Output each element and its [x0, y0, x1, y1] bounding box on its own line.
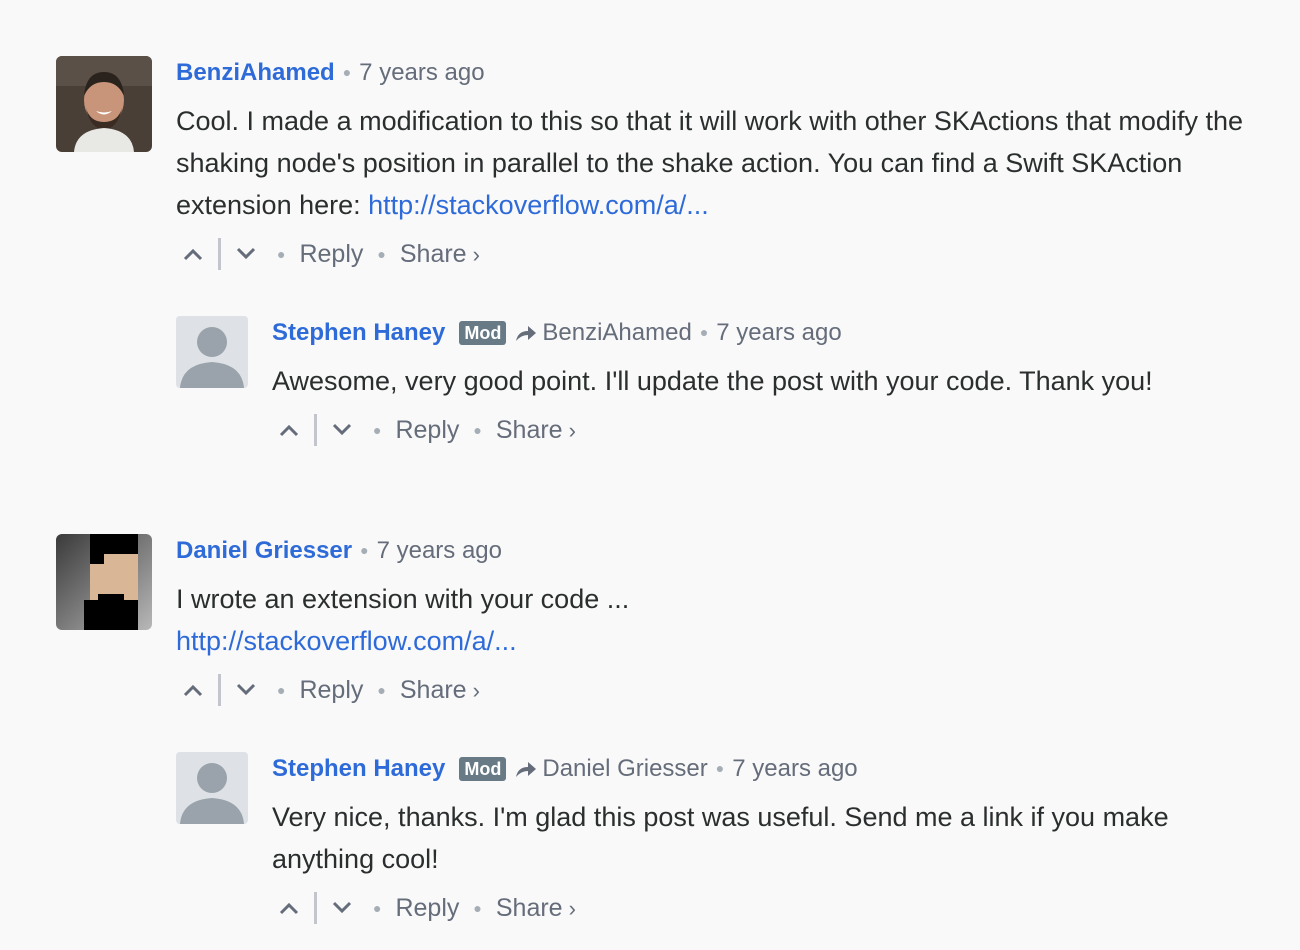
share-label: Share — [495, 893, 563, 922]
share-caret-icon: › — [568, 417, 576, 443]
author-name[interactable]: Stephen Haney — [272, 319, 445, 347]
reply-arrow-icon — [514, 759, 538, 779]
comment-link[interactable]: http://stackoverflow.com/a/... — [176, 626, 517, 656]
comment-stephen-haney-reply-1: Stephen Haney Mod BenziAhamed ● 7 years … — [176, 316, 1266, 496]
comment-text: Very nice, thanks. I'm glad this post wa… — [272, 802, 1169, 874]
share-button[interactable]: Share › — [400, 240, 480, 269]
author-name[interactable]: Daniel Griesser — [176, 537, 352, 565]
separator-dot: ● — [699, 324, 709, 340]
share-caret-icon: › — [568, 895, 576, 921]
share-button[interactable]: Share › — [496, 416, 576, 445]
separator-dot: ● — [277, 246, 286, 262]
reply-button[interactable]: Reply — [395, 894, 459, 923]
default-user-avatar[interactable] — [176, 752, 248, 824]
comment-actions: ● Reply ● Share › — [272, 888, 1262, 928]
upvote-icon[interactable] — [176, 237, 210, 271]
separator-dot: ● — [473, 422, 482, 438]
comment-header: Daniel Griesser ● 7 years ago — [176, 534, 1266, 568]
reply-button[interactable]: Reply — [395, 416, 459, 445]
vote-divider — [218, 238, 221, 270]
author-name[interactable]: BenziAhamed — [176, 59, 335, 87]
downvote-icon[interactable] — [229, 673, 263, 707]
comment-daniel-griesser: Daniel Griesser ● 7 years ago I wrote an… — [56, 534, 1266, 714]
share-label: Share — [399, 675, 467, 704]
user-photo-avatar[interactable] — [56, 56, 152, 152]
reply-button[interactable]: Reply — [299, 676, 363, 705]
comment-stephen-haney-reply-2: Stephen Haney Mod Daniel Griesser ● 7 ye… — [176, 752, 1266, 932]
vote-divider — [314, 892, 317, 924]
comment-body: I wrote an extension with your code ... — [176, 584, 630, 614]
mod-badge: Mod — [459, 321, 507, 345]
timestamp[interactable]: 7 years ago — [359, 59, 484, 87]
separator-dot: ● — [473, 900, 482, 916]
comment-text: Awesome, very good point. I'll update th… — [272, 366, 1153, 396]
author-name[interactable]: Stephen Haney — [272, 755, 445, 783]
comment-actions: ● Reply ● Share › — [272, 410, 1262, 450]
share-label: Share — [399, 239, 467, 268]
vote-divider — [218, 674, 221, 706]
separator-dot: ● — [277, 682, 286, 698]
separator-dot: ● — [373, 422, 382, 438]
in-reply-to[interactable]: Daniel Griesser — [542, 755, 707, 783]
upvote-icon[interactable] — [272, 413, 306, 447]
timestamp[interactable]: 7 years ago — [716, 319, 841, 347]
timestamp[interactable]: 7 years ago — [377, 537, 502, 565]
downvote-icon[interactable] — [325, 413, 359, 447]
downvote-icon[interactable] — [229, 237, 263, 271]
upvote-icon[interactable] — [272, 891, 306, 925]
comment-actions: ● Reply ● Share › — [176, 670, 1266, 710]
comment-header: Stephen Haney Mod Daniel Griesser ● 7 ye… — [272, 752, 1262, 786]
vote-divider — [314, 414, 317, 446]
share-button[interactable]: Share › — [400, 676, 480, 705]
reply-arrow-icon — [514, 323, 538, 343]
comment-benziahamed: BenziAhamed ● 7 years ago Cool. I made a… — [56, 56, 1266, 276]
default-user-avatar[interactable] — [176, 316, 248, 388]
comment-text: I wrote an extension with your code ... h… — [176, 578, 1266, 662]
timestamp[interactable]: 7 years ago — [732, 755, 857, 783]
separator-dot: ● — [715, 760, 725, 776]
comment-body: Cool. I made a modification to this so t… — [176, 106, 1243, 220]
reply-button[interactable]: Reply — [299, 240, 363, 269]
upvote-icon[interactable] — [176, 673, 210, 707]
separator-dot: ● — [373, 900, 382, 916]
share-label: Share — [495, 415, 563, 444]
separator-dot: ● — [342, 64, 352, 80]
comment-text: Cool. I made a modification to this so t… — [176, 100, 1266, 226]
in-reply-to[interactable]: BenziAhamed — [542, 319, 691, 347]
pixel-art-avatar[interactable] — [56, 534, 152, 630]
separator-dot: ● — [360, 542, 369, 558]
comment-header: Stephen Haney Mod BenziAhamed ● 7 years … — [272, 316, 1262, 350]
comment-header: BenziAhamed ● 7 years ago — [176, 56, 1266, 90]
share-caret-icon: › — [472, 677, 480, 703]
mod-badge: Mod — [459, 757, 507, 781]
comment-link[interactable]: http://stackoverflow.com/a/... — [368, 190, 709, 220]
downvote-icon[interactable] — [325, 891, 359, 925]
share-button[interactable]: Share › — [496, 894, 576, 923]
share-caret-icon: › — [472, 241, 480, 267]
separator-dot: ● — [377, 682, 386, 698]
separator-dot: ● — [377, 246, 386, 262]
comment-actions: ● Reply ● Share › — [176, 234, 1266, 274]
